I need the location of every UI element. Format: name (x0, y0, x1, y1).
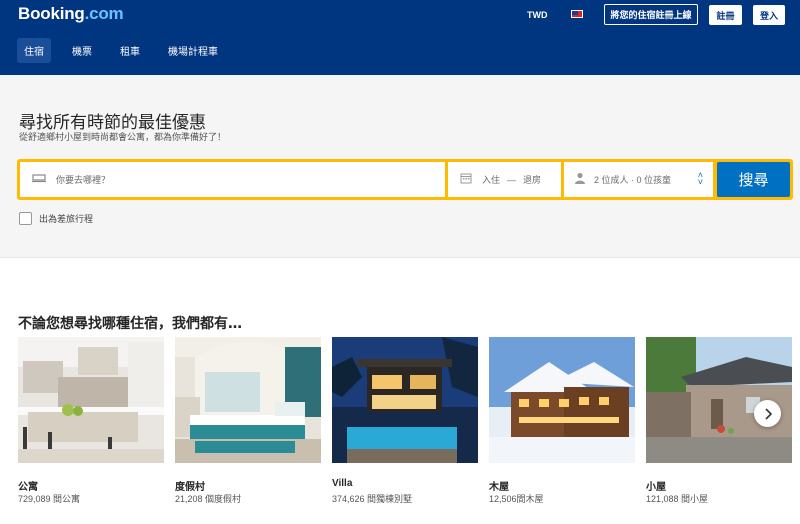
property-name: Villa (332, 478, 353, 489)
destination-placeholder: 你要去哪裡？ (56, 175, 111, 185)
chevron-updown-icon: ˄ ˅ (697, 170, 703, 187)
currency-selector[interactable]: TWD (527, 10, 548, 20)
resort-image (175, 337, 321, 463)
hero-subtitle: 從舒適鄉村小屋到時尚都會公寓，都為你準備好了！ (19, 132, 227, 142)
language-flag-icon[interactable] (571, 10, 583, 18)
property-card-apartment[interactable]: 公寓 729,089 間公寓 (18, 337, 164, 504)
property-card-resort[interactable]: 度假村 21,208 個度假村 (175, 337, 321, 504)
villa-image (332, 337, 478, 463)
property-name: 木屋 (489, 482, 509, 493)
checkin-label: 入住 (482, 175, 501, 185)
date-separator: — (507, 174, 517, 185)
nav-car-rentals[interactable]: 租車 (113, 38, 147, 63)
booking-logo[interactable]: Booking.com (18, 4, 124, 24)
top-header: Booking.com TWD 將您的住宿註冊上線 註冊 登入 住宿 機票 租車… (0, 0, 800, 75)
property-card-villa[interactable]: Villa 374,626 間獨棟別墅 (332, 337, 478, 504)
main-nav: 住宿 機票 租車 機場計程車 (17, 38, 239, 63)
property-count: 121,088 間小屋 (646, 494, 709, 504)
property-count: 729,089 間公寓 (18, 494, 81, 504)
person-icon (574, 172, 586, 187)
property-card-chalet[interactable]: 木屋 12,506間木屋 (489, 337, 635, 504)
business-trip-option[interactable]: 出為差旅行程 (19, 212, 93, 225)
list-property-button[interactable]: 將您的住宿註冊上線 (604, 4, 698, 25)
bed-icon (32, 173, 46, 186)
guests-field[interactable]: 2 位成人 · 0 位孩童 ˄ ˅ (564, 162, 713, 197)
search-bar: 你要去哪裡？ 入住 — 退房 2 位成人 · 0 位孩童 ˄ ˅ 搜尋 (17, 159, 793, 200)
property-name: 公寓 (18, 482, 38, 493)
nav-stays[interactable]: 住宿 (17, 38, 51, 63)
search-button[interactable]: 搜尋 (717, 162, 790, 197)
property-count: 21,208 個度假村 (175, 494, 242, 504)
date-field[interactable]: 入住 — 退房 (448, 162, 561, 197)
chalet-image (489, 337, 635, 463)
destination-field[interactable]: 你要去哪裡？ (20, 162, 445, 197)
business-trip-checkbox[interactable] (19, 212, 32, 225)
guests-summary: 2 位成人 · 0 位孩童 (594, 175, 672, 185)
property-count: 12,506間木屋 (489, 494, 544, 504)
apartment-image (18, 337, 164, 463)
hero-section: 尋找所有時節的最佳優惠 從舒適鄉村小屋到時尚都會公寓，都為你準備好了！ 你要去哪… (0, 75, 800, 258)
sign-in-button[interactable]: 登入 (753, 5, 785, 25)
chevron-right-icon (764, 407, 772, 420)
checkout-label: 退房 (523, 175, 542, 185)
property-name: 度假村 (175, 482, 205, 493)
register-button[interactable]: 註冊 (709, 5, 742, 25)
property-types-title: 不論您想尋找哪種住宿，我們都有… (18, 316, 242, 332)
nav-airport-taxis[interactable]: 機場計程車 (161, 38, 225, 63)
property-name: 小屋 (646, 482, 666, 493)
business-trip-label: 出為差旅行程 (39, 214, 94, 224)
property-count: 374,626 間獨棟別墅 (332, 494, 413, 504)
nav-flights[interactable]: 機票 (65, 38, 99, 63)
calendar-icon (460, 172, 472, 187)
carousel-next-button[interactable] (754, 400, 781, 427)
